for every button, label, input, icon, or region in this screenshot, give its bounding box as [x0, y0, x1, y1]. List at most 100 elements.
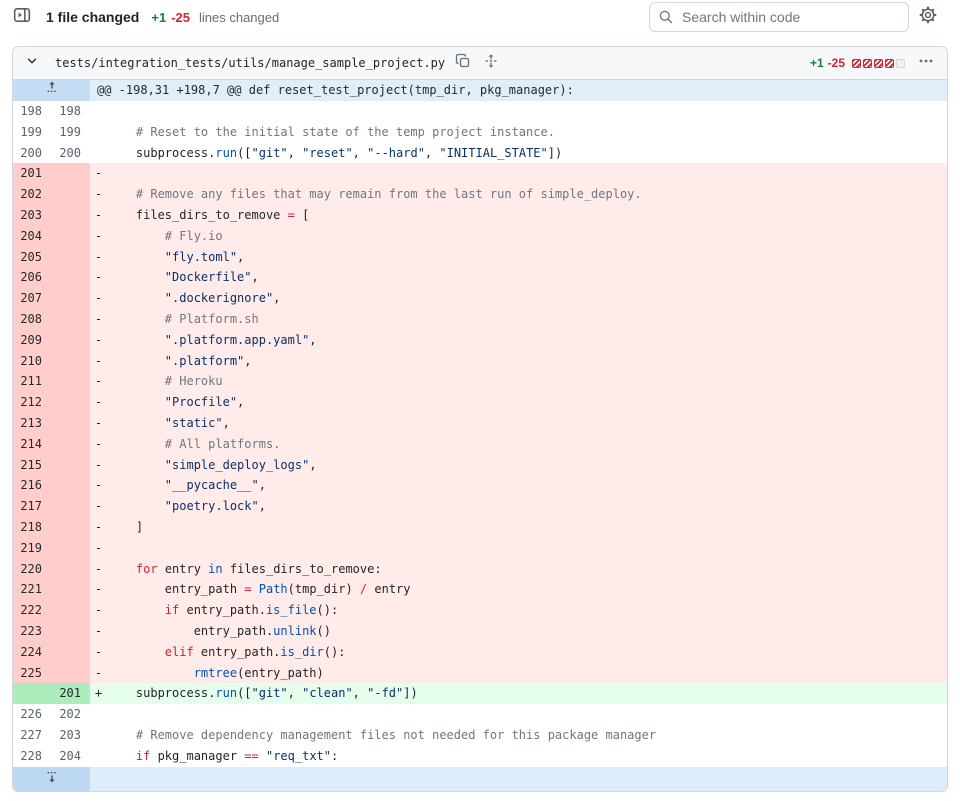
new-line-number[interactable]: [51, 455, 90, 476]
old-line-number[interactable]: 219: [13, 538, 51, 559]
old-line-number[interactable]: [13, 683, 51, 704]
old-line-number[interactable]: 211: [13, 371, 51, 392]
old-line-number[interactable]: 225: [13, 663, 51, 684]
toggle-sidebar-button[interactable]: [12, 7, 32, 27]
code-line: if entry_path.is_file():: [107, 600, 947, 621]
old-line-number[interactable]: 203: [13, 205, 51, 226]
code-token: files_dirs_to_remove: [107, 208, 288, 222]
old-line-number[interactable]: 224: [13, 642, 51, 663]
new-line-number[interactable]: [51, 579, 90, 600]
new-line-number[interactable]: [51, 205, 90, 226]
new-line-number[interactable]: [51, 247, 90, 268]
old-line-number[interactable]: 207: [13, 288, 51, 309]
diff-row-added: 201+ subprocess.run(["git", "clean", "-f…: [13, 683, 947, 704]
copy-path-button[interactable]: [453, 53, 473, 73]
old-line-number[interactable]: 215: [13, 455, 51, 476]
code-token: ,: [353, 686, 367, 700]
old-line-number[interactable]: 217: [13, 496, 51, 517]
new-line-number[interactable]: [51, 538, 90, 559]
old-line-number[interactable]: 218: [13, 517, 51, 538]
diff-marker: -: [90, 579, 107, 600]
old-line-number[interactable]: 209: [13, 330, 51, 351]
settings-button[interactable]: [918, 7, 938, 27]
old-line-number[interactable]: 204: [13, 226, 51, 247]
diff-row-deleted: 206- "Dockerfile",: [13, 267, 947, 288]
new-line-number[interactable]: [51, 163, 90, 184]
new-line-number[interactable]: [51, 600, 90, 621]
code-token: [107, 645, 165, 659]
old-line-number[interactable]: 214: [13, 434, 51, 455]
diff-marker: -: [90, 455, 107, 476]
old-line-number[interactable]: 198: [13, 101, 51, 122]
expand-down-icon: [44, 769, 60, 788]
code-token: entry_path.: [194, 645, 281, 659]
search-input[interactable]: [649, 2, 909, 32]
new-line-number[interactable]: 199: [51, 122, 90, 143]
old-line-number[interactable]: 205: [13, 247, 51, 268]
code-token: is_file: [266, 603, 317, 617]
old-line-number[interactable]: 216: [13, 475, 51, 496]
new-line-number[interactable]: [51, 621, 90, 642]
new-line-number[interactable]: [51, 226, 90, 247]
new-line-number[interactable]: 200: [51, 143, 90, 164]
old-line-number[interactable]: 208: [13, 309, 51, 330]
new-line-number[interactable]: [51, 663, 90, 684]
new-line-number[interactable]: [51, 330, 90, 351]
file-header: tests/integration_tests/utils/manage_sam…: [13, 47, 947, 80]
old-line-number[interactable]: 221: [13, 579, 51, 600]
diff-marker: -: [90, 538, 107, 559]
new-line-number[interactable]: [51, 475, 90, 496]
code-line: ".platform.app.yaml",: [107, 330, 947, 351]
expand-down-button[interactable]: [13, 767, 90, 791]
old-line-number[interactable]: 210: [13, 351, 51, 372]
code-line: [107, 704, 947, 725]
new-line-number[interactable]: 201: [51, 683, 90, 704]
expand-up-button[interactable]: [13, 80, 90, 101]
old-line-number[interactable]: 202: [13, 184, 51, 205]
new-line-number[interactable]: [51, 267, 90, 288]
diff-row-context: 226202: [13, 704, 947, 725]
new-line-number[interactable]: [51, 392, 90, 413]
old-line-number[interactable]: 206: [13, 267, 51, 288]
new-line-number[interactable]: [51, 642, 90, 663]
code-token: [107, 562, 136, 576]
diff-marker: -: [90, 392, 107, 413]
diff-row-deleted: 224- elif entry_path.is_dir():: [13, 642, 947, 663]
collapse-file-button[interactable]: [23, 54, 41, 72]
old-line-number[interactable]: 222: [13, 600, 51, 621]
expand-all-button[interactable]: [481, 53, 501, 73]
new-line-number[interactable]: [51, 371, 90, 392]
old-line-number[interactable]: 201: [13, 163, 51, 184]
new-line-number[interactable]: 198: [51, 101, 90, 122]
code-token: unlink: [273, 624, 316, 638]
new-line-number[interactable]: [51, 351, 90, 372]
old-line-number[interactable]: 228: [13, 746, 51, 767]
new-line-number[interactable]: [51, 413, 90, 434]
old-line-number[interactable]: 200: [13, 143, 51, 164]
old-line-number[interactable]: 227: [13, 725, 51, 746]
new-line-number[interactable]: [51, 496, 90, 517]
old-line-number[interactable]: 223: [13, 621, 51, 642]
code-token: "-fd": [367, 686, 403, 700]
new-line-number[interactable]: [51, 434, 90, 455]
new-line-number[interactable]: [51, 559, 90, 580]
new-line-number[interactable]: [51, 309, 90, 330]
diff-marker: -: [90, 413, 107, 434]
new-line-number[interactable]: 204: [51, 746, 90, 767]
new-line-number[interactable]: [51, 184, 90, 205]
new-line-number[interactable]: 203: [51, 725, 90, 746]
old-line-number[interactable]: 199: [13, 122, 51, 143]
code-token: [: [295, 208, 309, 222]
new-line-number[interactable]: 202: [51, 704, 90, 725]
code-token: run: [215, 686, 237, 700]
code-token: ,: [273, 291, 280, 305]
old-line-number[interactable]: 220: [13, 559, 51, 580]
diff-row-deleted: 202- # Remove any files that may remain …: [13, 184, 947, 205]
new-line-number[interactable]: [51, 517, 90, 538]
expand-down-fill: [90, 767, 947, 791]
old-line-number[interactable]: 213: [13, 413, 51, 434]
old-line-number[interactable]: 226: [13, 704, 51, 725]
old-line-number[interactable]: 212: [13, 392, 51, 413]
file-options-button[interactable]: [915, 53, 937, 73]
new-line-number[interactable]: [51, 288, 90, 309]
